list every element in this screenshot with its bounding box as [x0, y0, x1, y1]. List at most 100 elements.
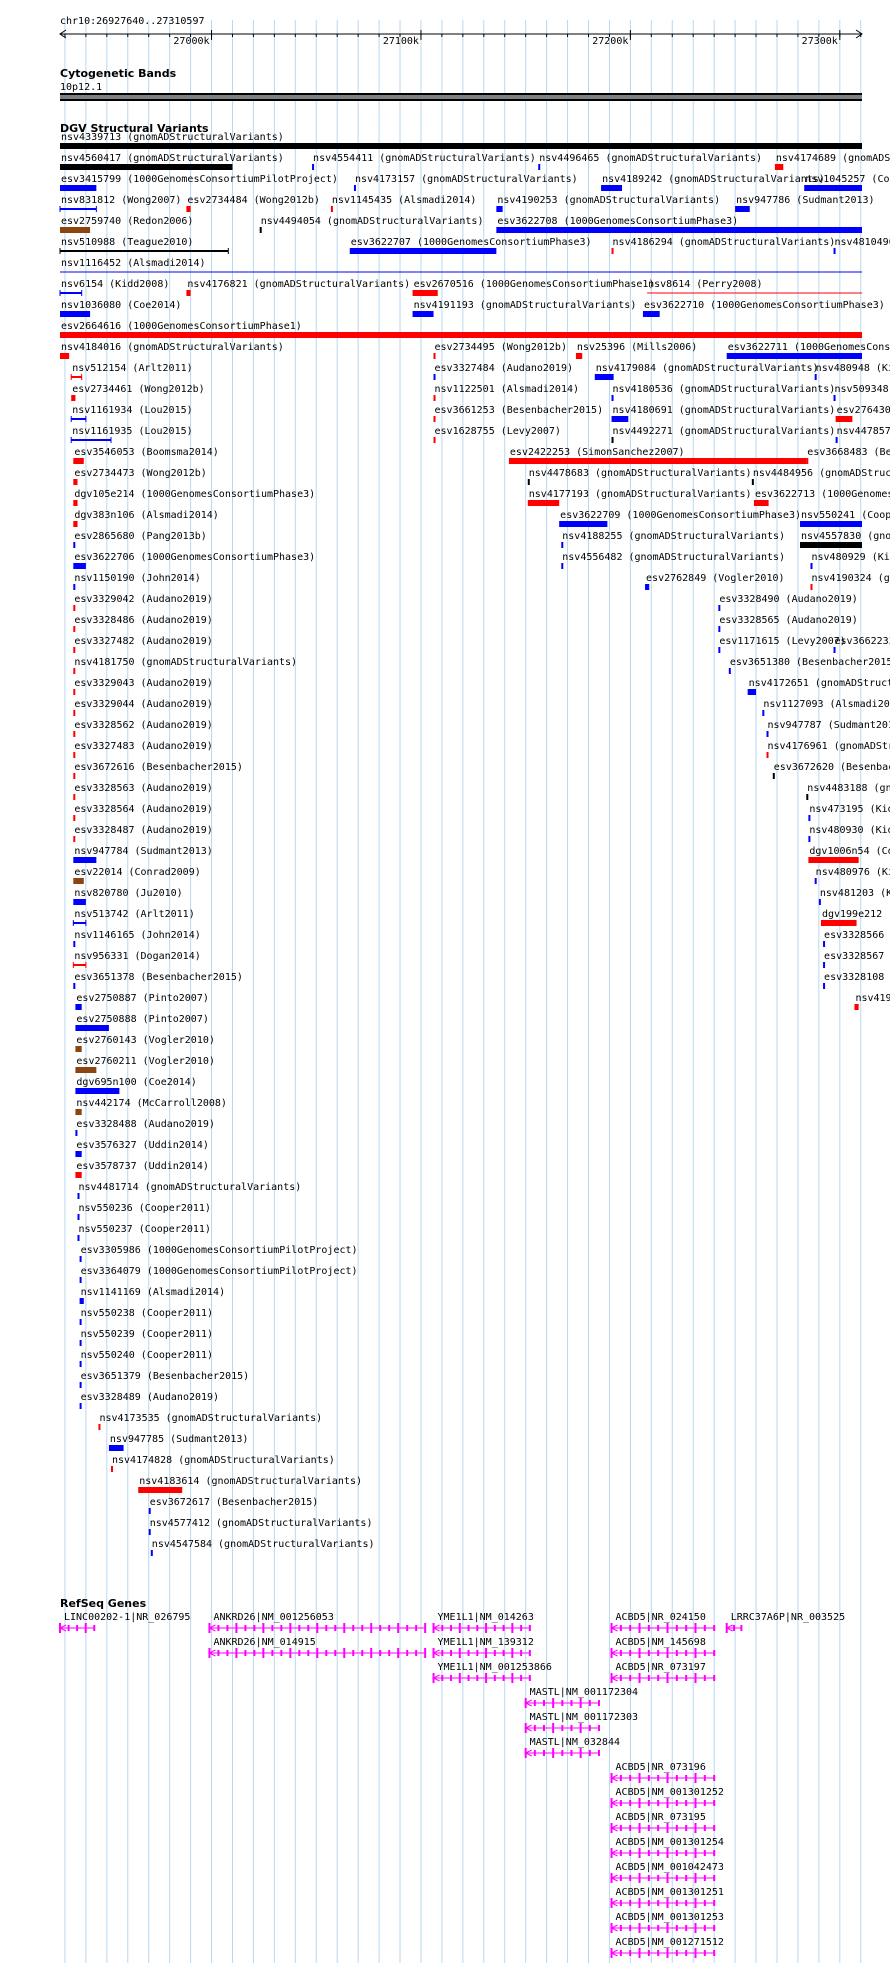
sv-feature[interactable]: nsv25396 (Mills2006) [575, 342, 697, 359]
sv-feature[interactable]: nsv4494054 (gnomADStructuralVariants) [259, 216, 484, 233]
sv-feature[interactable]: nsv473195 (Kidd2010) [808, 804, 890, 821]
sv-feature[interactable]: dgv105e214 (1000GenomesConsortiumPhase3) [73, 489, 315, 506]
sv-feature[interactable]: nsv512154 (Arlt2011) [70, 363, 193, 380]
sv-feature[interactable]: nsv4186294 (gnomADStructuralVariants) [611, 237, 836, 254]
sv-feature[interactable]: esv3622706 (1000GenomesConsortiumPhase3) [73, 552, 315, 569]
sv-feature[interactable]: nsv4556482 (gnomADStructuralVariants) [561, 552, 785, 569]
sv-feature[interactable]: esv2734473 (Wong2012b) [73, 468, 207, 485]
sv-feature[interactable]: nsv1122501 (Alsmadi2014) [433, 384, 580, 401]
sv-feature[interactable]: esv3672620 (Besenbacher2015) [772, 762, 890, 779]
sv-feature[interactable]: nsv4547584 (gnomADStructuralVariants) [150, 1539, 375, 1556]
sv-feature[interactable]: esv3328564 (Audano2019) [73, 804, 213, 821]
sv-feature[interactable]: nsv1127093 (Alsmadi2014) [762, 699, 890, 716]
sv-feature[interactable]: esv3328565 (Audano2019) [718, 615, 858, 632]
sv-feature[interactable]: esv3651378 (Besenbacher2015) [73, 972, 243, 989]
gene-transcript[interactable]: ANKRD26|NM_001256053 [208, 1612, 427, 1633]
sv-feature[interactable]: nsv4577412 (gnomADStructuralVariants) [148, 1518, 373, 1535]
sv-feature[interactable]: nsv947784 (Sudmant2013) [73, 846, 213, 863]
sv-feature[interactable]: esv2734461 (Wong2012b) [71, 384, 205, 401]
sv-feature[interactable]: nsv947787 (Sudmant2013) [766, 720, 890, 737]
sv-feature[interactable]: nsv4484956 (gnomADStructuralVariants) [751, 468, 890, 485]
sv-feature[interactable]: esv2750887 (Pinto2007) [75, 993, 209, 1010]
gene-transcript[interactable]: ACBD5|NR_073197 [610, 1662, 716, 1683]
sv-feature[interactable]: esv3651379 (Besenbacher2015) [79, 1371, 250, 1388]
sv-feature[interactable]: nsv4192044 (gnomADStructuralVariants) [854, 993, 890, 1010]
sv-feature[interactable]: esv2759740 (Redon2006) [60, 216, 193, 233]
sv-feature[interactable]: nsv4179084 (gnomADStructuralVariants) [594, 363, 819, 380]
sv-feature[interactable]: esv2760143 (Vogler2010) [75, 1035, 215, 1052]
sv-feature[interactable]: dgv695n100 (Coe2014) [75, 1077, 197, 1094]
sv-feature[interactable]: esv3622707 (1000GenomesConsortiumPhase3) [349, 237, 592, 254]
sv-feature[interactable]: esv22014 (Conrad2009) [73, 867, 201, 884]
sv-feature[interactable]: dgv199e212 (Audano2019) [820, 909, 890, 926]
sv-feature[interactable]: esv2664616 (1000GenomesConsortiumPhase1) [60, 321, 862, 338]
sv-feature[interactable]: nsv4810490 (Kidd2008) [833, 237, 890, 254]
sv-feature[interactable]: nsv831812 (Wong2007) [59, 195, 181, 212]
sv-feature[interactable]: nsv1161934 (Lou2015) [70, 405, 193, 422]
sv-feature[interactable]: nsv1145435 (Alsmadi2014) [330, 195, 477, 212]
sv-feature[interactable]: dgv1006n54 (Coe2014) [808, 846, 890, 863]
sv-feature[interactable]: esv3328563 (Audano2019) [73, 783, 213, 800]
sv-feature[interactable]: esv3328486 (Audano2019) [73, 615, 213, 632]
sv-feature[interactable]: nsv4478683 (gnomADStructuralVariants) [527, 468, 752, 485]
sv-feature[interactable]: nsv4184016 (gnomADStructuralVariants) [60, 342, 284, 359]
sv-feature[interactable]: esv3328488 (Audano2019) [75, 1119, 215, 1136]
sv-feature[interactable]: esv3622708 (1000GenomesConsortiumPhase3) [496, 216, 862, 233]
gene-transcript[interactable]: YME1L1|NM_139312 [432, 1637, 534, 1658]
sv-feature[interactable]: esv3327482 (Audano2019) [73, 636, 213, 653]
sv-feature[interactable]: nsv1161935 (Lou2015) [70, 426, 193, 443]
sv-feature[interactable]: nsv550239 (Cooper2011) [79, 1329, 213, 1346]
gene-transcript[interactable]: ACBD5|NM_001301251 [610, 1887, 724, 1908]
sv-feature[interactable]: nsv4180691 (gnomADStructuralVariants) [611, 405, 836, 422]
sv-feature[interactable]: nsv4478577 (gnomADStructuralVariants) [835, 426, 890, 443]
sv-feature[interactable]: esv3578737 (Uddin2014) [75, 1161, 209, 1178]
gene-transcript[interactable]: ACBD5|NM_001042473 [610, 1862, 724, 1883]
gene-transcript[interactable]: ACBD5|NM_145698 [610, 1637, 716, 1658]
sv-feature[interactable]: esv3622709 (1000GenomesConsortiumPhase3) [559, 510, 801, 527]
sv-feature[interactable]: nsv510988 (Teague2010) [59, 237, 229, 254]
gene-transcript[interactable]: ACBD5|NR_073196 [610, 1762, 716, 1783]
sv-feature[interactable]: esv3328562 (Audano2019) [73, 720, 213, 737]
sv-feature[interactable]: nsv4174689 (gnomADStructuralVariants) [774, 153, 890, 170]
sv-feature[interactable]: nsv550241 (Cooper2011) [800, 510, 890, 527]
gene-transcript[interactable]: ACBD5|NR_073195 [610, 1812, 716, 1833]
sv-feature[interactable]: dgv383n106 (Alsmadi2014) [73, 510, 219, 527]
sv-feature[interactable]: esv1628755 (Levy2007) [433, 426, 561, 443]
sv-feature[interactable]: esv3329043 (Audano2019) [73, 678, 213, 695]
gene-transcript[interactable]: LINC00202-1|NR_026795 [58, 1612, 190, 1633]
sv-feature[interactable]: nsv4173157 (gnomADStructuralVariants) [353, 174, 578, 191]
gene-transcript[interactable]: ACBD5|NM_001271512 [610, 1937, 724, 1958]
sv-feature[interactable]: nsv4188255 (gnomADStructuralVariants) [561, 531, 785, 548]
sv-feature[interactable]: esv3328490 (Audano2019) [718, 594, 858, 611]
sv-feature[interactable]: nsv1141169 (Alsmadi2014) [79, 1287, 226, 1304]
sv-feature[interactable]: nsv509348 (Kidd2010) [833, 384, 890, 401]
sv-feature[interactable]: nsv4190253 (gnomADStructuralVariants) [496, 195, 720, 212]
sv-feature[interactable]: nsv480930 (Kidd2010) [808, 825, 890, 842]
sv-feature[interactable]: nsv4554411 (gnomADStructuralVariants) [312, 153, 536, 170]
gene-transcript[interactable]: YME1L1|NM_001253866 [432, 1662, 552, 1683]
sv-feature[interactable]: nsv1045257 (Coe2014) [804, 174, 890, 191]
sv-feature[interactable]: nsv4177193 (gnomADStructuralVariants) [527, 489, 752, 506]
sv-feature[interactable]: esv3622710 (1000GenomesConsortiumPhase3) [642, 300, 885, 317]
sv-feature[interactable]: esv2670516 (1000GenomesConsortiumPhase1) [412, 279, 655, 296]
sv-feature[interactable]: esv3327483 (Audano2019) [73, 741, 213, 758]
sv-feature[interactable]: esv1171615 (Levy2007) [718, 636, 846, 653]
sv-feature[interactable]: esv2750888 (Pinto2007) [75, 1014, 209, 1031]
sv-feature[interactable]: esv3672617 (Besenbacher2015) [148, 1497, 319, 1514]
sv-feature[interactable]: esv2764308 (Vogler2010) [835, 405, 890, 422]
sv-feature[interactable]: nsv480929 (Kidd2010) [810, 552, 890, 569]
sv-feature[interactable]: nsv480948 (Kidd2010) [814, 363, 890, 380]
sv-feature[interactable]: nsv1116452 (Alsmadi2014) [60, 258, 862, 273]
sv-feature[interactable]: esv2865680 (Pang2013b) [73, 531, 207, 548]
sv-feature[interactable]: nsv1036080 (Coe2014) [60, 300, 181, 317]
sv-feature[interactable]: esv3329042 (Audano2019) [73, 594, 213, 611]
sv-feature[interactable]: nsv4191193 (gnomADStructuralVariants) [412, 300, 637, 317]
sv-feature[interactable]: esv3622711 (1000GenomesConsortiumPhase3) [726, 342, 890, 359]
gene-transcript[interactable]: ANKRD26|NM_014915 [208, 1637, 427, 1658]
sv-feature[interactable]: esv3661253 (Besenbacher2015) [433, 405, 604, 422]
sv-feature[interactable]: nsv4557830 (gnomADStructuralVariants) [800, 531, 890, 548]
sv-feature[interactable]: nsv4492271 (gnomADStructuralVariants) [611, 426, 836, 443]
sv-feature[interactable]: esv3328566 (Audano2019) [823, 930, 890, 947]
sv-feature[interactable]: esv3415799 (1000GenomesConsortiumPilotPr… [60, 174, 338, 191]
sv-feature[interactable]: esv3546053 (Boomsma2014) [73, 447, 219, 464]
